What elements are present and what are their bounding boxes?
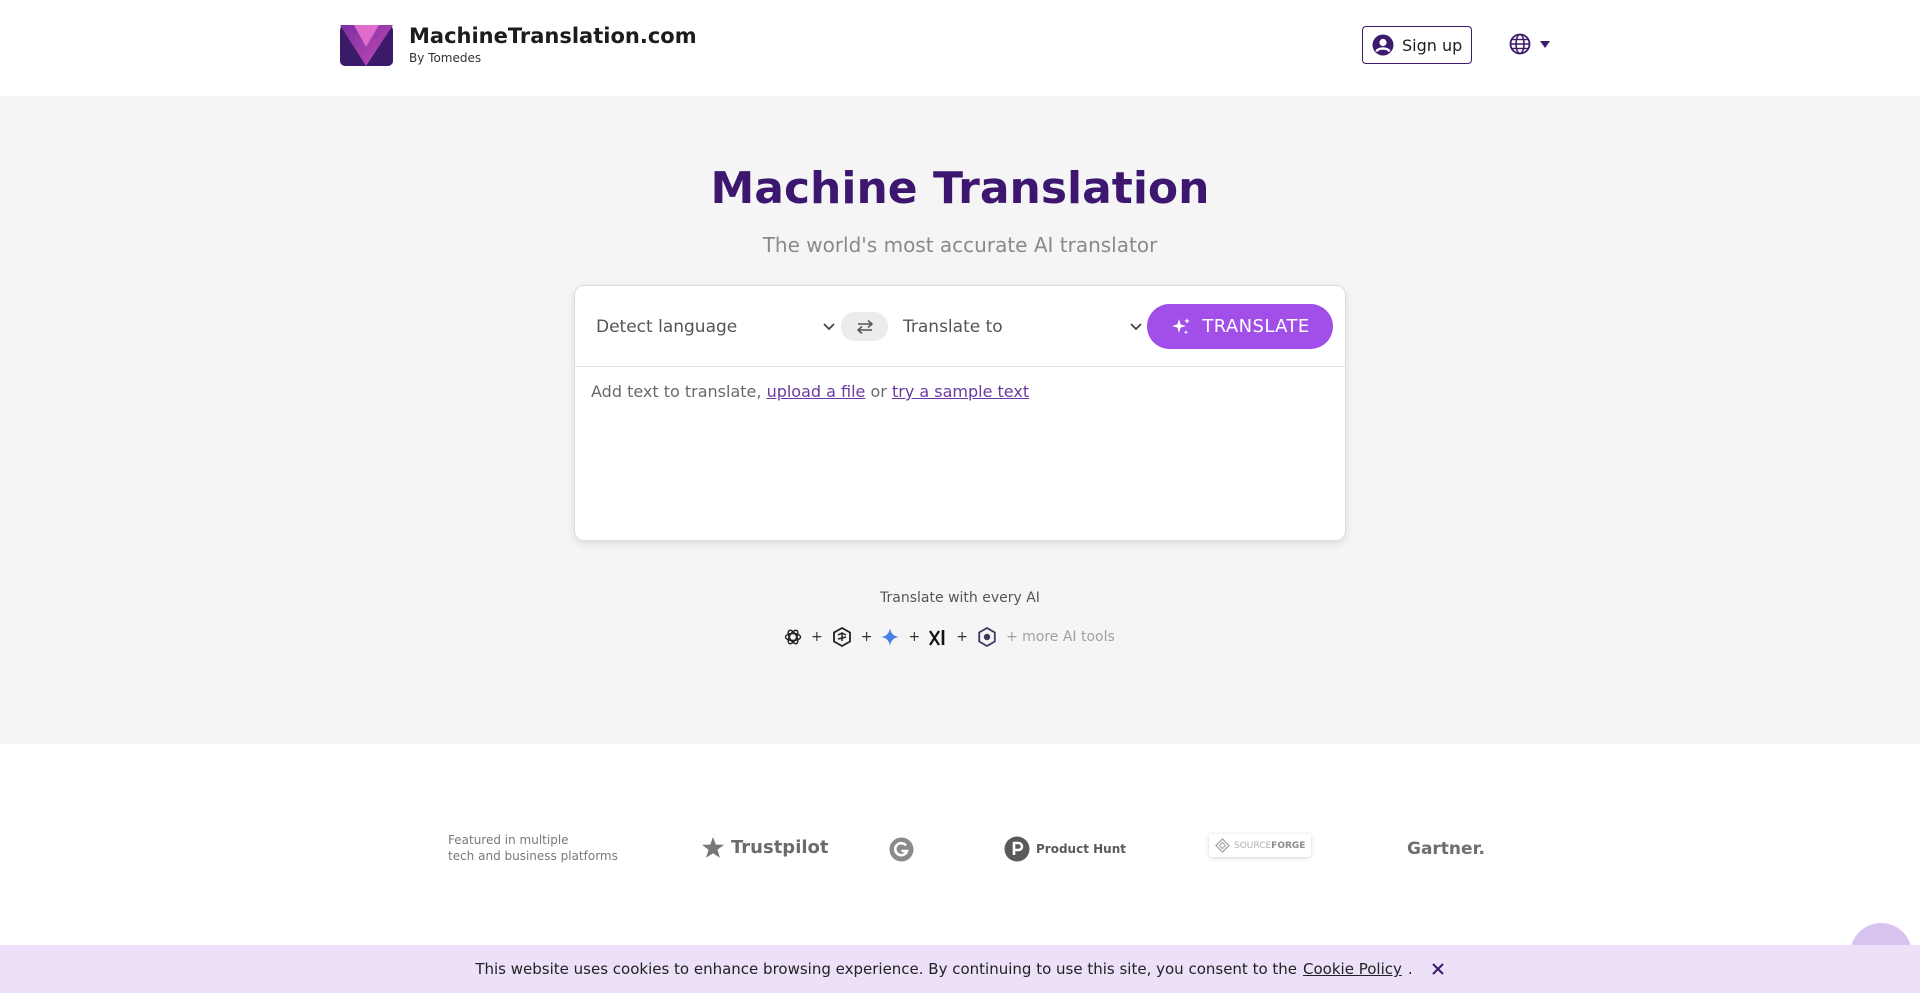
hero-section: Machine Translation The world's most acc… [0, 96, 1920, 744]
cookie-period: . [1407, 960, 1413, 978]
language-switcher[interactable] [1509, 33, 1550, 55]
target-language-select[interactable]: Translate to [903, 308, 1143, 346]
translate-button[interactable]: TRANSLATE [1147, 304, 1333, 349]
cookie-text: This website uses cookies to enhance bro… [475, 960, 1298, 978]
sparkle-icon [1172, 317, 1191, 334]
site-header: MachineTranslation.com By Tomedes Sign u… [0, 0, 1920, 96]
caret-down-icon [1540, 40, 1550, 48]
brand-name[interactable]: MachineTranslation.com [409, 24, 697, 48]
language-row: Detect language Translate to TRANSLATE [575, 286, 1345, 367]
grok-icon [929, 630, 945, 646]
g2-logo[interactable] [889, 837, 914, 862]
plus-sign: + [860, 629, 873, 645]
openai-icon [784, 629, 802, 645]
swap-arrows-icon [856, 319, 873, 334]
translate-label: TRANSLATE [1202, 316, 1310, 337]
brand-subtitle: By Tomedes [409, 51, 482, 65]
g2-icon [889, 837, 914, 862]
product-hunt-label: Product Hunt [1036, 842, 1126, 856]
sourceforge-icon [1215, 838, 1230, 853]
ai-tools-row: + + + + + more AI tools [783, 625, 1115, 649]
chevron-down-icon [823, 323, 835, 331]
close-cookie-button[interactable] [1431, 962, 1445, 976]
cookie-policy-link[interactable]: Cookie Policy [1303, 960, 1402, 978]
ai-model-icon [978, 626, 996, 648]
page-subtitle: The world's most accurate AI translator [762, 233, 1158, 257]
signup-label: Sign up [1402, 35, 1463, 55]
upload-file-link[interactable]: upload a file [767, 382, 866, 401]
target-language-label: Translate to [903, 317, 1003, 337]
sourceforge-logo[interactable]: SOURCE FORGE [1209, 834, 1312, 857]
trustpilot-label: Trustpilot [731, 837, 829, 858]
sourceforge-label-dark: FORGE [1271, 840, 1306, 851]
plus-sign: + [811, 629, 823, 645]
translator-card: Detect language Translate to TRANSLATE A… [574, 285, 1346, 541]
user-icon [1372, 34, 1394, 56]
featured-caption-line: Featured in multiple [448, 833, 569, 847]
globe-icon [1509, 33, 1531, 55]
product-hunt-logo[interactable]: Product Hunt [1004, 836, 1126, 862]
product-hunt-icon [1004, 836, 1030, 862]
close-icon [1431, 963, 1444, 975]
page-title: Machine Translation [710, 163, 1210, 214]
trustpilot-logo[interactable]: Trustpilot [701, 836, 829, 859]
machinetranslation-logo-icon[interactable] [340, 25, 393, 66]
source-text-area[interactable]: Add text to translate, upload a file or … [591, 382, 1331, 522]
featured-caption: Featured in multiple tech and business p… [448, 832, 618, 864]
swap-languages-button[interactable] [841, 312, 888, 341]
gartner-label: Gartner. [1407, 839, 1485, 859]
chevron-down-icon [1130, 323, 1142, 331]
text-prompt: Add text to translate, [591, 382, 762, 401]
star-icon [702, 837, 724, 858]
source-language-select[interactable]: Detect language [596, 308, 836, 346]
cookie-banner: This website uses cookies to enhance bro… [0, 945, 1920, 993]
every-ai-heading: Translate with every AI [880, 590, 1040, 606]
plus-sign: + [956, 629, 968, 645]
sourceforge-label-light: SOURCE [1234, 840, 1272, 851]
source-language-label: Detect language [596, 317, 738, 337]
or-text: or [870, 382, 887, 401]
gartner-logo[interactable]: Gartner. [1407, 839, 1485, 859]
perplexity-icon [832, 626, 851, 648]
more-ai-tools-text[interactable]: + more AI tools [1006, 629, 1115, 645]
featured-caption-line: tech and business platforms [448, 849, 618, 863]
plus-sign: + [908, 629, 921, 645]
signup-button[interactable]: Sign up [1362, 26, 1472, 64]
sample-text-link[interactable]: try a sample text [892, 382, 1029, 401]
gemini-icon [881, 628, 900, 646]
